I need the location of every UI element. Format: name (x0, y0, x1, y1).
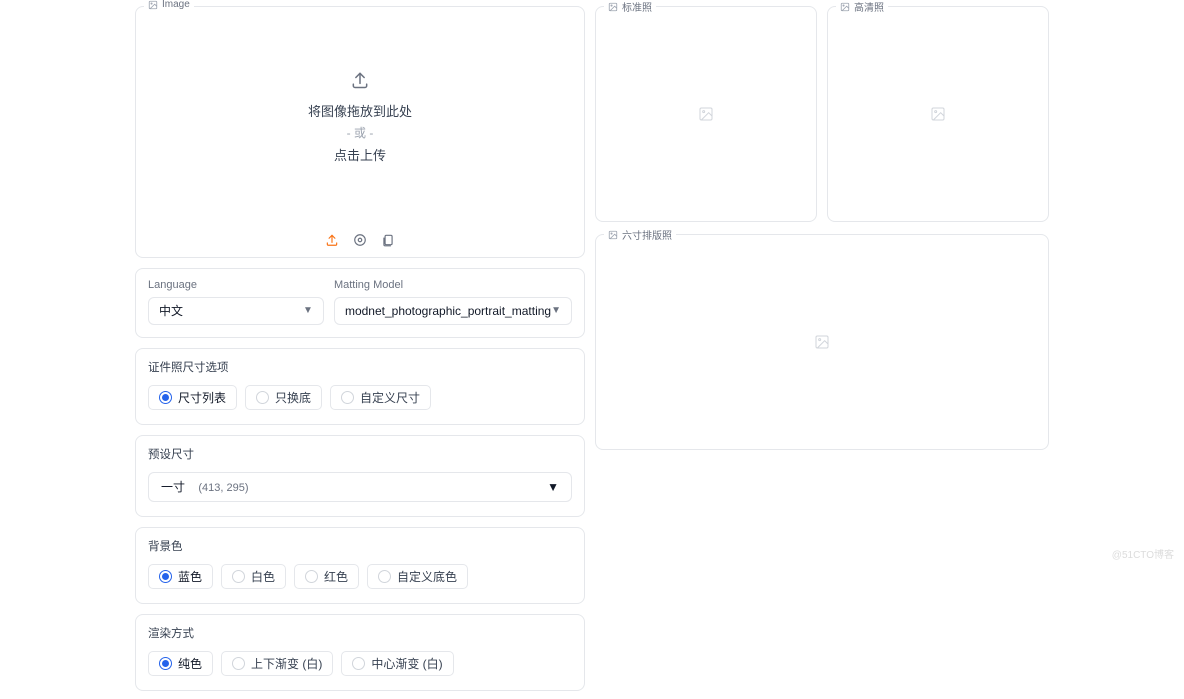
bg-color-radio-blue[interactable]: 蓝色 (148, 564, 213, 589)
matting-select-value: modnet_photographic_portrait_matting (345, 297, 551, 325)
render-mode-title: 渲染方式 (148, 625, 572, 641)
preset-size-value: 一寸 (161, 480, 185, 494)
image-drop-area[interactable]: 将图像拖放到此处 - 或 - 点击上传 (136, 7, 584, 227)
image-icon (840, 2, 850, 12)
size-option-radio-row: 尺寸列表 只换底 自定义尺寸 (148, 385, 572, 410)
bg-color-radio-white[interactable]: 白色 (221, 564, 286, 589)
radio-label: 自定义尺寸 (360, 392, 420, 404)
chevron-down-icon: ▼ (547, 472, 559, 502)
preset-size-panel: 预设尺寸 一寸 (413, 295) ▼ (135, 435, 585, 517)
preset-size-sub: (413, 295) (198, 482, 248, 494)
watermark: @51CTO博客 (1112, 546, 1174, 561)
render-mode-radio-center[interactable]: 中心渐变 (白) (341, 651, 453, 676)
radio-label: 红色 (324, 571, 348, 583)
radio-label: 上下渐变 (白) (251, 658, 322, 670)
upload-icon (350, 70, 370, 93)
image-icon (608, 2, 618, 12)
output-layout-label: 六寸排版照 (604, 227, 676, 242)
render-mode-radio-vertical[interactable]: 上下渐变 (白) (221, 651, 333, 676)
size-option-panel: 证件照尺寸选项 尺寸列表 只换底 自定义尺寸 (135, 348, 585, 425)
radio-label: 白色 (251, 571, 275, 583)
language-select[interactable]: 中文 ▼ (148, 297, 324, 325)
app-root: Image 将图像拖放到此处 - 或 - 点击上传 (0, 0, 1184, 699)
render-mode-radio-solid[interactable]: 纯色 (148, 651, 213, 676)
bg-color-radio-row: 蓝色 白色 红色 自定义底色 (148, 564, 572, 589)
lang-model-panel: Language 中文 ▼ Matting Model modnet_photo… (135, 268, 585, 338)
output-row-top: 标准照 高清照 (595, 6, 1049, 222)
radio-label: 自定义底色 (397, 571, 457, 583)
size-option-radio-bgonly[interactable]: 只换底 (245, 385, 322, 410)
radio-label: 纯色 (178, 658, 202, 670)
image-placeholder-icon (698, 106, 714, 122)
size-option-title: 证件照尺寸选项 (148, 359, 572, 375)
radio-label: 只换底 (275, 392, 311, 404)
output-hd-label: 高清照 (836, 0, 888, 14)
left-column: Image 将图像拖放到此处 - 或 - 点击上传 (135, 6, 585, 691)
radio-label: 中心渐变 (白) (371, 658, 442, 670)
output-standard-label: 标准照 (604, 0, 656, 14)
image-panel-label-text: Image (162, 0, 190, 10)
camera-action-icon[interactable] (353, 233, 367, 247)
image-upload-panel: Image 将图像拖放到此处 - 或 - 点击上传 (135, 6, 585, 258)
language-select-value: 中文 (159, 297, 183, 325)
chevron-down-icon: ▼ (551, 297, 561, 325)
right-column: 标准照 高清照 (595, 6, 1049, 691)
or-text: - 或 - (347, 124, 374, 141)
chevron-down-icon: ▼ (303, 297, 313, 325)
image-placeholder-icon (814, 334, 830, 350)
upload-action-icon[interactable] (325, 233, 339, 247)
language-label: Language (148, 279, 324, 291)
matting-select[interactable]: modnet_photographic_portrait_matting ▼ (334, 297, 572, 325)
output-layout-panel: 六寸排版照 (595, 234, 1049, 450)
render-mode-panel: 渲染方式 纯色 上下渐变 (白) 中心渐变 (白) (135, 614, 585, 691)
image-placeholder-icon (930, 106, 946, 122)
radio-label: 蓝色 (178, 571, 202, 583)
size-option-radio-custom[interactable]: 自定义尺寸 (330, 385, 431, 410)
drop-text: 将图像拖放到此处 (308, 101, 412, 120)
bg-color-panel: 背景色 蓝色 白色 红色 自定义底色 (135, 527, 585, 604)
output-hd-panel: 高清照 (827, 6, 1049, 222)
size-option-radio-list[interactable]: 尺寸列表 (148, 385, 237, 410)
image-icon (608, 230, 618, 240)
render-mode-radio-row: 纯色 上下渐变 (白) 中心渐变 (白) (148, 651, 572, 676)
bg-color-radio-custom[interactable]: 自定义底色 (367, 564, 468, 589)
bg-color-title: 背景色 (148, 538, 572, 554)
image-panel-label: Image (144, 0, 194, 10)
preset-size-title: 预设尺寸 (148, 446, 572, 462)
language-field: Language 中文 ▼ (148, 279, 324, 325)
output-hd-label-text: 高清照 (854, 0, 884, 14)
output-standard-label-text: 标准照 (622, 0, 652, 14)
image-icon (148, 0, 158, 10)
bg-color-radio-red[interactable]: 红色 (294, 564, 359, 589)
output-standard-panel: 标准照 (595, 6, 817, 222)
matting-field: Matting Model modnet_photographic_portra… (334, 279, 572, 325)
output-layout-label-text: 六寸排版照 (622, 227, 672, 242)
image-actions (136, 227, 584, 257)
clipboard-action-icon[interactable] (381, 233, 395, 247)
click-upload-text: 点击上传 (334, 145, 386, 164)
matting-label: Matting Model (334, 279, 572, 291)
radio-label: 尺寸列表 (178, 392, 226, 404)
preset-size-select[interactable]: 一寸 (413, 295) ▼ (148, 472, 572, 502)
